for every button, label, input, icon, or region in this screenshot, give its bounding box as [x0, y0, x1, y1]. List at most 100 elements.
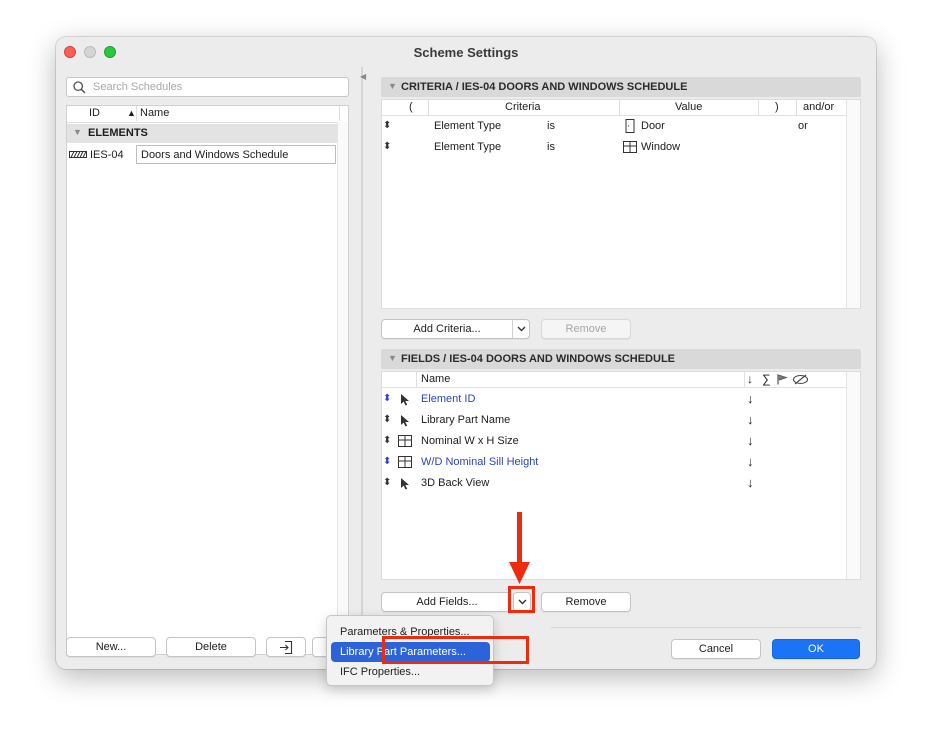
disclosure-triangle-icon[interactable]: ▼ [388, 81, 397, 91]
field-name[interactable]: W/D Nominal Sill Height [421, 456, 538, 468]
sort-ascending-icon: ▲ [127, 108, 136, 118]
import-icon [280, 640, 293, 655]
remove-criteria-button[interactable]: Remove [541, 319, 631, 339]
annotation-box-menu-item [382, 636, 529, 664]
criteria-value[interactable]: Door [641, 120, 665, 132]
schedule-row[interactable]: IES-04 Doors and Windows Schedule [67, 145, 339, 165]
sort-arrow-icon[interactable]: ↓ [747, 412, 754, 427]
criteria-section-header[interactable]: ▼ CRITERIA / IES-04 DOORS AND WINDOWS SC… [381, 77, 861, 97]
search-icon [73, 81, 86, 94]
annotation-arrowhead-icon [509, 562, 530, 584]
window-title: Scheme Settings [413, 45, 519, 60]
new-button[interactable]: New... [66, 637, 156, 657]
fields-scrollbar[interactable] [846, 372, 860, 579]
reorder-handle-icon[interactable]: ⬍ [383, 456, 391, 467]
add-criteria-button[interactable]: Add Criteria... [381, 319, 530, 339]
field-name[interactable]: Library Part Name [421, 414, 510, 426]
menu-item-ifc-properties[interactable]: IFC Properties... [327, 662, 493, 682]
pointer-icon [400, 393, 410, 409]
fields-section-header[interactable]: ▼ FIELDS / IES-04 DOORS AND WINDOWS SCHE… [381, 349, 861, 369]
field-row[interactable]: ⬍ Library Part Name ↓ [382, 410, 846, 430]
criteria-and-or[interactable]: or [798, 120, 808, 132]
reorder-handle-icon[interactable]: ⬍ [383, 435, 391, 446]
field-row[interactable]: ⬍ Element ID ↓ [382, 389, 846, 409]
schedule-list: ID ▲ Name ▼ ELEMENTS IES-04 Doors and Wi… [66, 105, 350, 655]
criteria-table: ( Criteria Value ) and/or ⬍ Element Type… [381, 99, 861, 309]
window-icon [398, 456, 412, 471]
reorder-handle-icon[interactable]: ⬍ [383, 120, 391, 131]
schedule-list-scrollbar[interactable] [337, 122, 348, 654]
criteria-table-header: ( Criteria Value ) and/or [382, 100, 860, 116]
disclosure-triangle-icon[interactable]: ▼ [73, 127, 82, 137]
reorder-handle-icon[interactable]: ⬍ [383, 477, 391, 488]
door-icon [625, 119, 635, 133]
column-open-paren: ( [409, 101, 413, 113]
disclosure-triangle-icon[interactable]: ▼ [388, 353, 397, 363]
field-name[interactable]: 3D Back View [421, 477, 489, 489]
delete-button[interactable]: Delete [166, 637, 256, 657]
fields-table-header: Name ↓ ∑ [382, 372, 860, 388]
field-row[interactable]: ⬍ W/D Nominal Sill Height ↓ [382, 452, 846, 472]
group-row-elements[interactable]: ▼ ELEMENTS [67, 124, 339, 143]
pointer-icon [400, 477, 410, 493]
fields-table: Name ↓ ∑ ⬍ Element ID ↓ ⬍ Library Part Name ↓… [381, 371, 861, 580]
schedule-list-pane: ID ▲ Name ▼ ELEMENTS IES-04 Doors and Wi… [56, 67, 361, 669]
import-button[interactable] [266, 637, 306, 657]
reorder-handle-icon[interactable]: ⬍ [383, 141, 391, 152]
column-id[interactable]: ID [89, 107, 100, 119]
column-name[interactable]: Name [140, 107, 169, 119]
window-icon [623, 141, 637, 153]
field-row[interactable]: ⬍ Nominal W x H Size ↓ [382, 431, 846, 451]
schedule-list-header: ID ▲ Name [67, 106, 350, 123]
hide-eye-icon [792, 374, 809, 385]
sort-arrow-icon[interactable]: ↓ [747, 454, 754, 469]
field-name[interactable]: Element ID [421, 393, 475, 405]
sort-arrow-icon[interactable]: ↓ [747, 475, 754, 490]
sort-arrow-icon[interactable]: ↓ [747, 433, 754, 448]
add-criteria-label: Add Criteria... [413, 323, 481, 335]
window-icon [398, 435, 412, 450]
criteria-name[interactable]: Element Type [434, 141, 501, 153]
add-fields-label: Add Fields... [416, 596, 478, 608]
annotation-arrow [517, 512, 522, 566]
criteria-value[interactable]: Window [641, 141, 680, 153]
column-sort: ↓ [747, 372, 753, 386]
column-name: Name [421, 373, 451, 385]
ok-button[interactable]: OK [772, 639, 860, 659]
criteria-row[interactable]: ⬍ Element Type is Window [382, 138, 847, 158]
column-criteria: Criteria [505, 101, 541, 113]
scheme-settings-window: Scheme Settings ID ▲ Name ▼ ELEMENTS IES… [56, 37, 876, 669]
scheme-detail-pane: ▼ CRITERIA / IES-04 DOORS AND WINDOWS SC… [361, 67, 876, 669]
add-fields-button[interactable]: Add Fields... [381, 592, 511, 612]
column-sum: ∑ [762, 372, 771, 386]
criteria-name[interactable]: Element Type [434, 120, 501, 132]
footer-divider [551, 627, 861, 628]
column-value: Value [675, 101, 703, 113]
search-input[interactable] [91, 80, 335, 94]
flag-icon [777, 374, 788, 385]
pointer-icon [400, 414, 410, 430]
fields-header-label: FIELDS / IES-04 DOORS AND WINDOWS SCHEDU… [401, 353, 676, 365]
schedule-name-field[interactable]: Doors and Windows Schedule [136, 145, 336, 164]
field-row[interactable]: ⬍ 3D Back View ↓ [382, 473, 846, 493]
field-name[interactable]: Nominal W x H Size [421, 435, 519, 447]
group-label: ELEMENTS [88, 127, 148, 139]
annotation-box-dropdown [508, 586, 535, 613]
schedule-hatch-icon [69, 151, 87, 158]
criteria-header-label: CRITERIA / IES-04 DOORS AND WINDOWS SCHE… [401, 81, 688, 93]
schedule-name: Doors and Windows Schedule [141, 149, 289, 161]
column-close-paren: ) [775, 101, 779, 113]
schedule-id: IES-04 [90, 149, 124, 161]
remove-fields-button[interactable]: Remove [541, 592, 631, 612]
criteria-row[interactable]: ⬍ Element Type is Door or [382, 117, 847, 137]
criteria-operator[interactable]: is [547, 120, 555, 132]
criteria-operator[interactable]: is [547, 141, 555, 153]
reorder-handle-icon[interactable]: ⬍ [383, 414, 391, 425]
search-field[interactable] [66, 77, 349, 97]
sort-arrow-icon[interactable]: ↓ [747, 391, 754, 406]
reorder-handle-icon[interactable]: ⬍ [383, 393, 391, 404]
column-and-or: and/or [803, 101, 835, 113]
cancel-button[interactable]: Cancel [671, 639, 761, 659]
chevron-down-icon[interactable] [517, 326, 526, 332]
criteria-scrollbar[interactable] [846, 100, 860, 308]
